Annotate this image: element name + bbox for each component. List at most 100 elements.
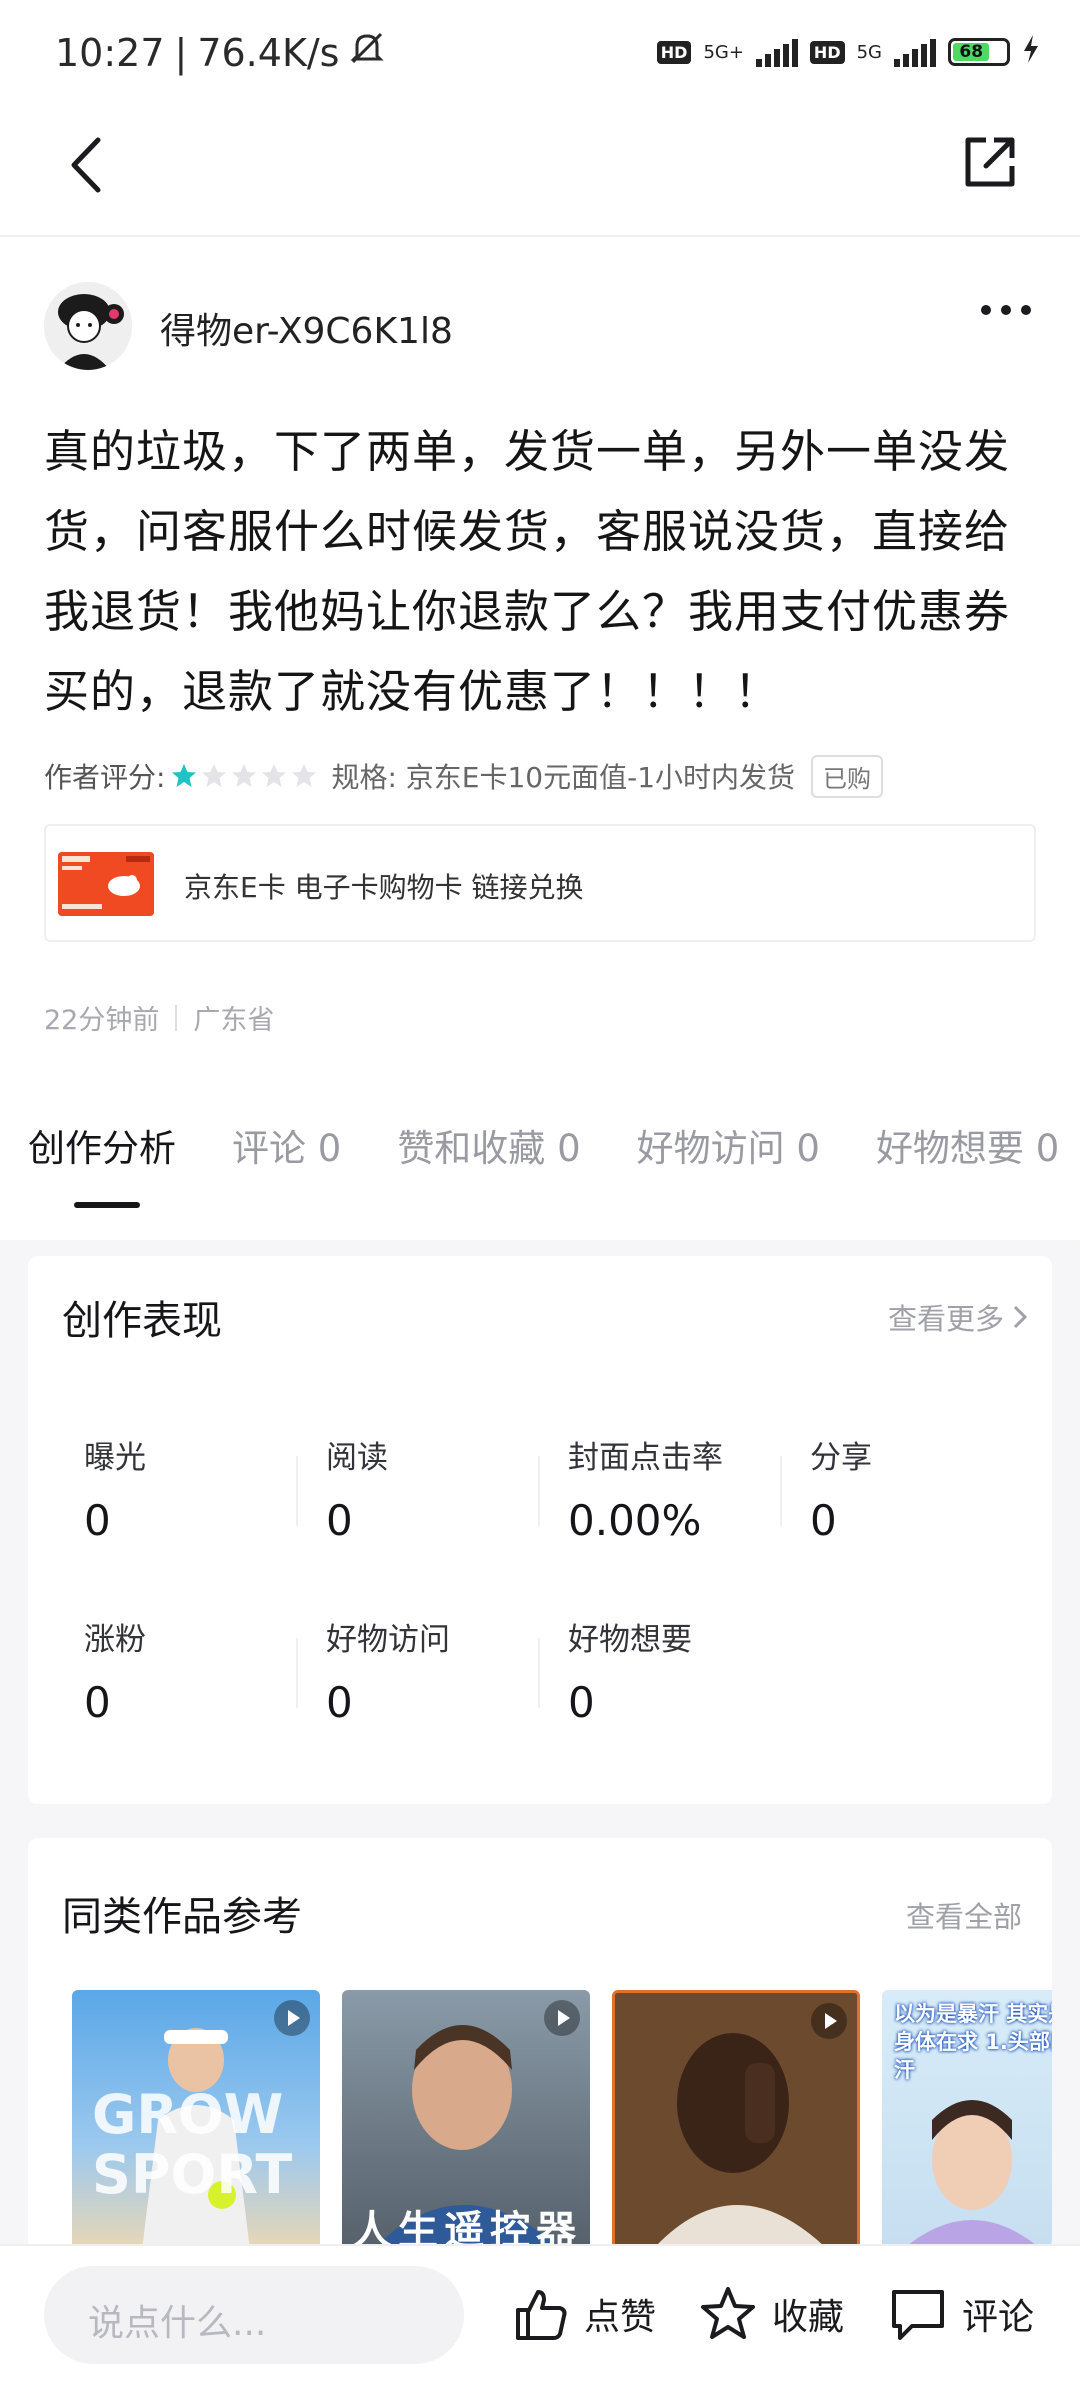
performance-more-label: 查看更多 [887, 1302, 1004, 1336]
stat-label-product-wants: 好物想要 [568, 1622, 692, 1658]
status-time: 10:27 [55, 30, 165, 75]
tab-comments[interactable]: 评论 0 [232, 1118, 341, 1178]
stat-divider [780, 1456, 782, 1526]
play-icon [811, 2003, 847, 2039]
similar-view-all-link[interactable]: 查看全部 [906, 1894, 1022, 1936]
post-meta: 22分钟前 广东省 [44, 998, 274, 1037]
stat-value-reads: 0 [326, 1496, 353, 1545]
play-icon [544, 2000, 580, 2036]
charging-icon [1022, 34, 1040, 70]
stat-divider [538, 1456, 540, 1526]
post-time: 22分钟前 [44, 1005, 160, 1036]
stat-divider [538, 1638, 540, 1708]
signal-icon-2 [894, 37, 936, 67]
avatar[interactable] [44, 282, 132, 370]
thumb-caption: GROW SPORT [92, 2083, 293, 2206]
comment-label: 评论 [962, 2297, 1035, 2338]
stat-label-cover-ctr: 封面点击率 [568, 1440, 723, 1476]
rating-star-icon [232, 764, 257, 787]
battery-icon: 68 [948, 38, 1010, 66]
share-button[interactable] [958, 130, 1022, 194]
comment-bubble-icon [892, 2290, 944, 2340]
rating-row: 作者评分: 规格: 京东E卡10元面值-1小时内发货 已购 [44, 752, 884, 800]
stat-value-followers: 0 [84, 1678, 111, 1727]
performance-more-link[interactable]: 查看更多 [888, 1296, 1030, 1338]
thumbs-up-icon [516, 2290, 567, 2340]
star-icon [701, 2287, 755, 2339]
like-label: 点赞 [584, 2297, 657, 2338]
comment-button[interactable]: 评论 [888, 2282, 1034, 2346]
rating-stars [171, 763, 317, 789]
performance-card: 创作表现 查看更多 曝光 0 阅读 0 封面点击率 0.00% 分享 0 涨粉 … [28, 1256, 1052, 1804]
collect-button[interactable]: 收藏 [698, 2282, 844, 2346]
stat-value-product-wants: 0 [568, 1678, 595, 1727]
similar-title: 同类作品参考 [62, 1894, 302, 1940]
stat-label-product-visits: 好物访问 [326, 1622, 450, 1658]
back-arrow-icon [71, 137, 101, 193]
stat-value-exposure: 0 [84, 1496, 111, 1545]
thumb-caption: 以为是暴汗 其实是身体在求 1.头部出汗 [894, 2002, 1052, 2082]
post-content: 真的垃圾，下了两单，发货一单，另外一单没发货，问客服什么时候发货，客服说没货，直… [44, 425, 1011, 718]
spec-text: 规格: 京东E卡10元面值-1小时内发货 [331, 761, 796, 794]
status-bar: 10:27 | 76.4K/s HD 5G+ HD 5G 68 [0, 0, 1080, 100]
signal-icon [755, 37, 798, 67]
comment-input[interactable]: 说点什么... [44, 2266, 464, 2364]
tab-product-wants[interactable]: 好物想要 0 [876, 1118, 1059, 1178]
meta-divider [175, 1004, 178, 1031]
tab-analysis[interactable]: 创作分析 [28, 1118, 176, 1178]
jd-card-image-icon [58, 852, 154, 916]
status-time-group: 10:27 | 76.4K/s [55, 28, 387, 77]
stat-label-reads: 阅读 [326, 1440, 388, 1476]
rating-star-icon [262, 764, 287, 787]
post-location: 广东省 [193, 1005, 275, 1036]
rating-star-icon [292, 764, 317, 787]
comment-input-placeholder: 说点什么... [88, 2303, 267, 2344]
similar-thumb[interactable]: GROW SPORT [72, 1990, 320, 2250]
stat-label-exposure: 曝光 [84, 1440, 146, 1476]
tab-bar: 创作分析 评论 0 赞和收藏 0 好物访问 0 好物想要 0 [28, 1118, 1080, 1178]
collect-label: 收藏 [772, 2297, 845, 2338]
similar-works-card: 同类作品参考 查看全部 GROW SPORT 人生遥控器 以为是暴汗 其实 身体… [28, 1838, 1052, 2250]
similar-thumb[interactable]: 以为是暴汗 其实是身体在求 1.头部出汗 [882, 1990, 1052, 2250]
product-image [58, 852, 154, 916]
network-type: 5G+ [703, 41, 744, 63]
performance-title: 创作表现 [62, 1298, 222, 1344]
stat-divider [296, 1456, 298, 1526]
avatar-illustration-icon [44, 282, 132, 370]
stat-divider [296, 1638, 298, 1708]
tab-product-visits[interactable]: 好物访问 0 [637, 1118, 820, 1178]
similar-thumb[interactable] [612, 1990, 860, 2250]
stat-label-shares: 分享 [810, 1440, 872, 1476]
mute-bell-icon [347, 28, 387, 77]
hd-badge-2: HD [809, 40, 845, 64]
tab-likes-collections[interactable]: 赞和收藏 0 [397, 1118, 580, 1178]
active-tab-indicator [74, 1202, 140, 1208]
similar-thumb[interactable]: 人生遥控器 [342, 1990, 590, 2250]
product-card[interactable]: 京东E卡 电子卡购物卡 链接兑换 [44, 824, 1036, 942]
hd-badge: HD [656, 40, 692, 64]
stat-value-cover-ctr: 0.00% [568, 1496, 702, 1545]
rating-label: 作者评分: [44, 761, 166, 794]
network-type-2: 5G [856, 41, 882, 63]
stat-value-product-visits: 0 [326, 1678, 353, 1727]
battery-level: 68 [953, 42, 990, 62]
more-dots-icon [981, 305, 1031, 315]
status-divider: | [174, 30, 188, 75]
like-button[interactable]: 点赞 [510, 2282, 656, 2346]
author-name[interactable]: 得物er-X9C6K1l8 [160, 302, 453, 354]
stat-label-followers: 涨粉 [84, 1622, 146, 1658]
nav-bar [0, 100, 1080, 237]
back-button[interactable] [60, 130, 120, 200]
product-title: 京东E卡 电子卡购物卡 链接兑换 [184, 871, 584, 904]
rating-star-icon [202, 764, 227, 787]
more-options-button[interactable] [978, 300, 1034, 324]
share-icon [965, 137, 1015, 187]
network-speed: 76.4K/s [197, 30, 340, 75]
rating-star-icon [172, 764, 197, 787]
stat-value-shares: 0 [810, 1496, 837, 1545]
bought-badge: 已购 [811, 754, 884, 798]
thumb-caption: 人生遥控器 [352, 2208, 582, 2250]
play-icon [274, 2000, 310, 2036]
chevron-right-icon [1013, 1305, 1028, 1329]
status-icons: HD 5G+ HD 5G 68 [656, 30, 1040, 74]
